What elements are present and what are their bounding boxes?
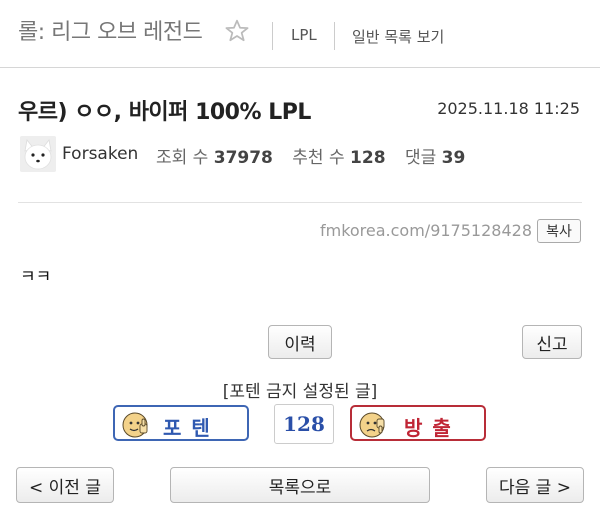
previous-post-button[interactable]: < 이전 글 bbox=[16, 467, 114, 503]
vote-down-label: 방출 bbox=[404, 416, 461, 440]
board-header: 롤: 리그 오브 레전드 LPL 일반 목록 보기 bbox=[0, 0, 600, 68]
views-label: 조회 수 bbox=[156, 148, 209, 168]
avatar[interactable] bbox=[20, 136, 56, 172]
thumbs-down-face-icon bbox=[359, 412, 385, 438]
poten-banned-notice: [포텐 금지 설정된 글] bbox=[222, 382, 378, 402]
post-stats: 조회 수 37978 추천 수 128 댓글 39 bbox=[156, 143, 479, 168]
header-divider bbox=[334, 22, 335, 50]
post-url[interactable]: fmkorea.com/9175128428 bbox=[320, 221, 532, 240]
vote-count: 128 bbox=[274, 404, 334, 444]
header-divider bbox=[272, 22, 273, 50]
recommend-label: 추천 수 bbox=[292, 148, 345, 168]
thumbs-up-face-icon bbox=[122, 412, 148, 438]
report-button[interactable]: 신고 bbox=[522, 325, 582, 359]
star-icon[interactable] bbox=[224, 18, 250, 44]
back-to-list-button[interactable]: 목록으로 bbox=[170, 467, 430, 503]
author-name[interactable]: Forsaken bbox=[62, 144, 138, 164]
vote-down-button[interactable]: 방출 bbox=[350, 405, 486, 441]
post-body: ㅋㅋ bbox=[20, 267, 52, 287]
post-title: 우르) ㅇㅇ, 바이퍼 100% LPL bbox=[18, 100, 311, 125]
recommend-count: 128 bbox=[350, 148, 386, 168]
vote-up-label: 포텐 bbox=[163, 416, 220, 440]
board-title[interactable]: 롤: 리그 오브 레전드 bbox=[18, 14, 203, 46]
category-link[interactable]: LPL bbox=[291, 26, 317, 44]
divider bbox=[18, 202, 582, 203]
views-count: 37978 bbox=[213, 148, 273, 168]
comments-count[interactable]: 39 bbox=[442, 148, 466, 168]
post-date: 2025.11.18 11:25 bbox=[437, 99, 580, 118]
copy-url-button[interactable]: 복사 bbox=[537, 219, 581, 243]
vote-up-button[interactable]: 포텐 bbox=[113, 405, 249, 441]
fox-avatar-icon bbox=[20, 136, 56, 172]
comments-label: 댓글 bbox=[404, 148, 437, 168]
history-button[interactable]: 이력 bbox=[268, 325, 332, 359]
normal-list-link[interactable]: 일반 목록 보기 bbox=[352, 26, 444, 47]
next-post-button[interactable]: 다음 글 > bbox=[486, 467, 584, 503]
